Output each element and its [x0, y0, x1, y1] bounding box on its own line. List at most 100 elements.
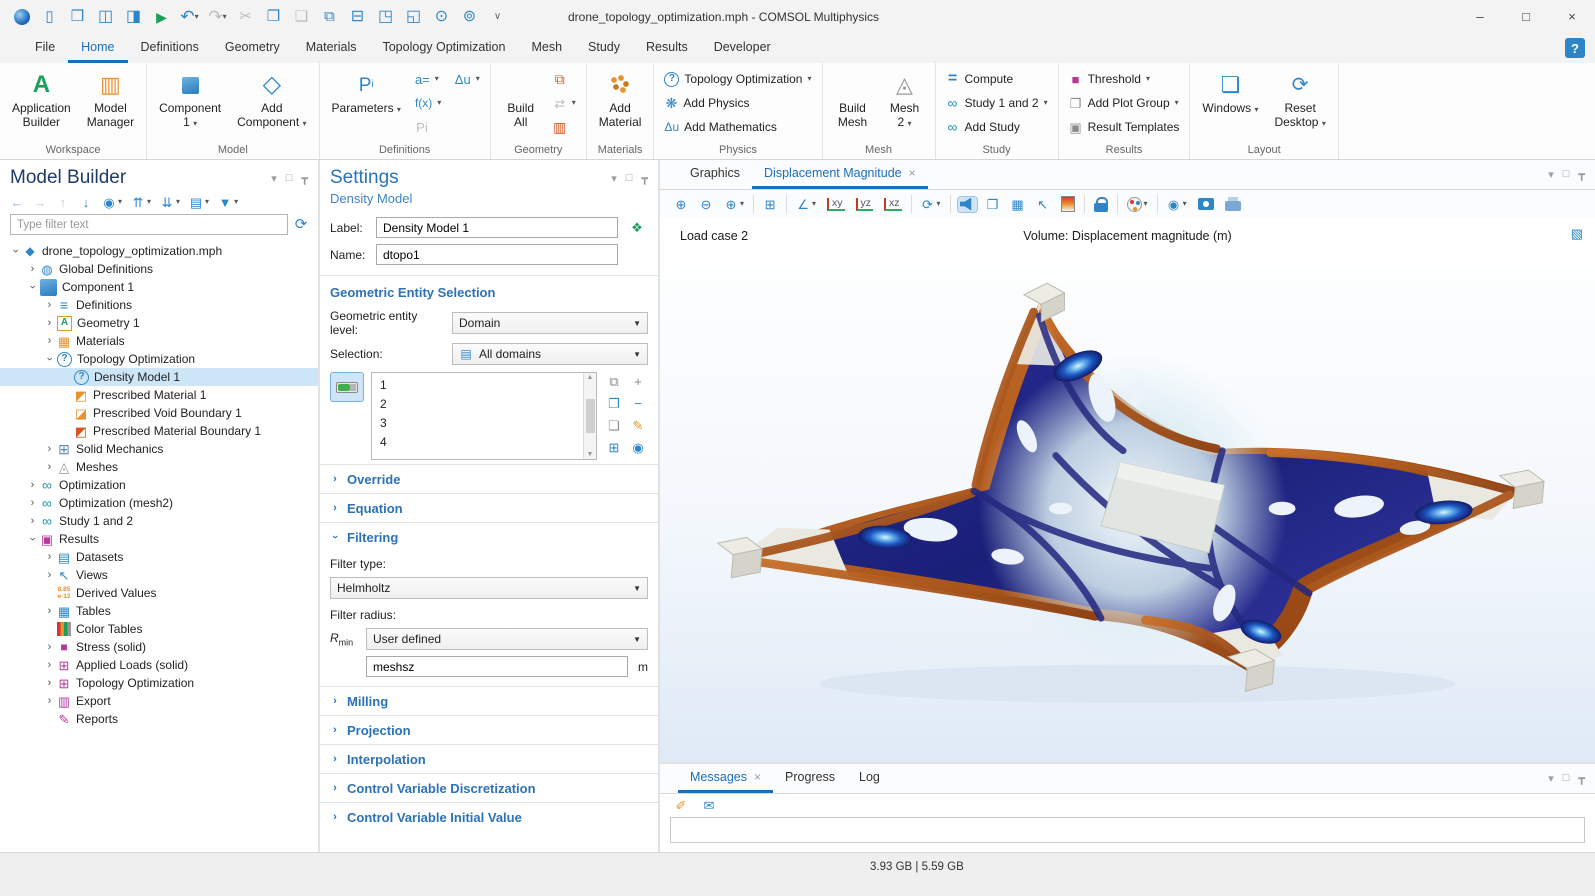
tree-item-topology-optimization[interactable]: ›?Topology Optimization [0, 350, 318, 368]
tab-materials[interactable]: Materials [293, 33, 370, 63]
view-orientation-button[interactable]: ∠▾ [794, 195, 818, 213]
active-toggle-button[interactable] [330, 372, 364, 402]
component-1-button[interactable]: Component1 ▾ [152, 65, 228, 143]
tab-progress[interactable]: Progress [773, 764, 847, 793]
close-button[interactable]: × [1549, 0, 1595, 33]
graphics-viewport[interactable]: Load case 2 Volume: Displacement magnitu… [660, 218, 1595, 762]
parameter-case-icon-button[interactable]: Pi [412, 117, 432, 137]
result-templates-button[interactable]: ▣Result Templates [1066, 117, 1183, 137]
collapse-panel-icon[interactable]: ▾ [1548, 168, 1554, 181]
color-legend-button[interactable] [1059, 195, 1077, 213]
pin-panel-icon[interactable]: ┳ [301, 172, 308, 185]
minimize-button[interactable]: – [1457, 0, 1503, 33]
selection-list-item[interactable]: 1 [372, 375, 583, 394]
collapse-panel-icon[interactable]: ▾ [611, 172, 617, 185]
paste-selection-button[interactable]: ❏ [604, 416, 624, 435]
tree-item-global-definitions[interactable]: ›◍Global Definitions [0, 260, 318, 278]
zoom-box-button[interactable]: ⊕▾ [722, 195, 746, 213]
add-mathematics-button[interactable]: ΔuAdd Mathematics [661, 117, 779, 137]
copy-selection-button[interactable]: ❐ [604, 394, 624, 413]
tree-item-color-tables[interactable]: Color Tables [0, 620, 318, 638]
tab-topology-optimization[interactable]: Topology Optimization [369, 33, 518, 63]
selection-list-item[interactable]: 3 [372, 413, 583, 432]
expand-icon[interactable]: › [42, 659, 57, 671]
variables-icon-button[interactable]: a=▾ [412, 69, 442, 89]
help-button[interactable]: ? [1565, 38, 1585, 58]
pin-panel-icon[interactable]: ┳ [1578, 772, 1585, 785]
tree-item-solid-mechanics[interactable]: ›⊞Solid Mechanics [0, 440, 318, 458]
highlight-selection-button[interactable]: ◉ [628, 438, 648, 457]
save-search-button[interactable]: ◨ [120, 4, 147, 30]
close-tab-icon[interactable]: × [909, 166, 916, 180]
tree-item-prescribed-void-boundary-1[interactable]: ◪Prescribed Void Boundary 1 [0, 404, 318, 422]
expand-icon[interactable]: › [25, 263, 40, 275]
delete-button[interactable]: ⊟ [344, 4, 371, 30]
selection-select[interactable]: ▤ All domains ▼ [452, 343, 648, 365]
compute-button[interactable]: =Compute [943, 69, 1017, 89]
tab-home[interactable]: Home [68, 33, 127, 63]
maximize-button[interactable]: □ [1503, 0, 1549, 33]
view-yz-button[interactable]: yz [854, 197, 876, 212]
tree-item-optimization[interactable]: ›∞Optimization [0, 476, 318, 494]
collapse-all-button[interactable]: ⇈▾ [131, 194, 151, 210]
label-input[interactable] [376, 217, 618, 238]
name-input[interactable] [376, 244, 618, 265]
expand-icon[interactable]: › [42, 677, 57, 689]
study-1-and-2-button[interactable]: ∞Study 1 and 2▾ [943, 93, 1051, 113]
tab-developer[interactable]: Developer [701, 33, 784, 63]
tree-item-reports[interactable]: ✎Reports [0, 710, 318, 728]
tree-item-materials[interactable]: ›▦Materials [0, 332, 318, 350]
tab-file[interactable]: File [22, 33, 68, 63]
expand-icon[interactable]: › [42, 317, 57, 329]
functions-icon-button[interactable]: f(x)▾ [412, 93, 444, 113]
collapse-icon[interactable]: › [27, 280, 39, 295]
collapse-icon[interactable]: › [10, 244, 22, 259]
save-button[interactable]: ◫ [92, 4, 119, 30]
tree-item-drone-topology-optimization-mph[interactable]: ›◆drone_topology_optimization.mph [0, 242, 318, 260]
add-to-selection-button[interactable]: + [628, 372, 648, 391]
image-capture-button[interactable] [1196, 197, 1216, 211]
move-down-button[interactable]: ↓ [79, 194, 93, 210]
section-interpolation[interactable]: ›Interpolation [320, 744, 658, 773]
tree-item-export[interactable]: ›▥Export [0, 692, 318, 710]
section-override[interactable]: ›Override [320, 464, 658, 493]
tree-item-optimization-mesh2[interactable]: ›∞Optimization (mesh2) [0, 494, 318, 512]
zoom-out-button[interactable]: ⊖ [697, 195, 715, 213]
expand-icon[interactable]: › [42, 551, 57, 563]
section-projection[interactable]: ›Projection [320, 715, 658, 744]
tree-item-stress-solid[interactable]: ›■Stress (solid) [0, 638, 318, 656]
section-control-variable-discretization[interactable]: ›Control Variable Discretization [320, 773, 658, 802]
lock-view-button[interactable] [1092, 196, 1110, 213]
expand-all-button[interactable]: ⇊▾ [160, 194, 180, 210]
snapshot-scheme-button[interactable]: ◉▾ [1165, 195, 1189, 213]
expand-icon[interactable]: › [25, 497, 40, 509]
float-panel-icon[interactable]: □ [626, 172, 633, 185]
section-equation[interactable]: ›Equation [320, 493, 658, 522]
pin-panel-icon[interactable]: ┳ [641, 172, 648, 185]
add-material-button[interactable]: AddMaterial [592, 65, 649, 143]
section-filtering[interactable]: ›Filtering [320, 522, 658, 551]
expand-icon[interactable]: › [42, 605, 57, 617]
clear-selection-button[interactable]: ◱ [400, 4, 427, 30]
tab-study[interactable]: Study [575, 33, 633, 63]
undo-button[interactable]: ↶▾ [176, 4, 203, 30]
section-milling[interactable]: ›Milling [320, 686, 658, 715]
redo-button[interactable]: ↷▾ [204, 4, 231, 30]
collapse-icon[interactable]: › [27, 532, 39, 547]
tree-item-results[interactable]: ›▣Results [0, 530, 318, 548]
paste-button[interactable]: ❏ [288, 4, 315, 30]
tree-item-topology-optimization[interactable]: ›⊞Topology Optimization [0, 674, 318, 692]
collapse-panel-icon[interactable]: ▾ [271, 172, 277, 185]
geometric-entity-level-select[interactable]: Domain ▼ [452, 312, 648, 334]
pin-panel-icon[interactable]: ┳ [1578, 168, 1585, 181]
expand-icon[interactable]: › [42, 335, 57, 347]
show-toggle-button[interactable]: ◉▾ [102, 194, 122, 210]
node-text-button[interactable]: ▤▾ [189, 194, 209, 210]
remove-from-selection-button[interactable]: − [628, 394, 648, 413]
find-in-model-button[interactable]: ⊚ [456, 4, 483, 30]
model-manager-button[interactable]: ▥ModelManager [80, 65, 141, 143]
wireframe-button[interactable]: ▦ [1009, 195, 1027, 213]
tree-item-datasets[interactable]: ›▤Datasets [0, 548, 318, 566]
expand-icon[interactable]: › [42, 443, 57, 455]
show-axes-button[interactable]: ↖ [1034, 195, 1052, 213]
